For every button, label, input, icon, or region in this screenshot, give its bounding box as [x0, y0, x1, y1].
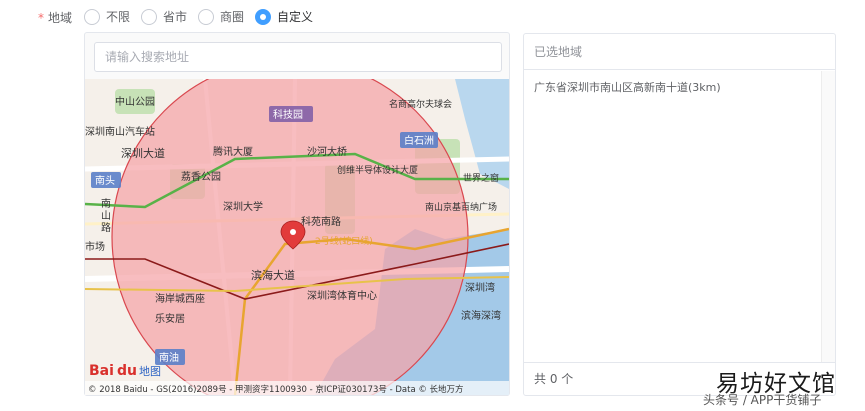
road-label: 深圳大道 — [121, 146, 165, 160]
poi-label: 滨海深湾 — [461, 309, 501, 322]
radio-province-city[interactable]: 省市 — [141, 8, 187, 25]
radio-unlimited[interactable]: 不限 — [84, 8, 130, 25]
district-label: 南头 — [95, 174, 115, 187]
list-item[interactable]: 广东省深圳市南山区高新南十道(3km) — [534, 79, 811, 95]
svg-text:地图: 地图 — [139, 365, 161, 378]
watermark-subtitle: 头条号 / APP干货铺子 — [703, 393, 822, 407]
map-container: 中山公园 深圳南山汽车站 深圳大道 腾讯大厦 荔香公园 南头 深圳大学 科技园 … — [84, 32, 510, 396]
road-label: 路 — [101, 221, 111, 234]
poi-label: 荔香公园 — [181, 170, 221, 183]
selected-list: 广东省深圳市南山区高新南十道(3km) — [524, 71, 821, 363]
panel-title: 已选地域 — [524, 34, 835, 70]
road-label: 南 — [101, 197, 111, 210]
radio-custom[interactable]: 自定义 — [255, 8, 313, 25]
poi-label: 深圳湾体育中心 — [307, 289, 377, 302]
poi-label: 深圳南山汽车站 — [85, 125, 155, 138]
poi-label: 深圳大学 — [223, 200, 263, 213]
poi-label: 中山公园 — [115, 95, 155, 108]
map-canvas[interactable]: 中山公园 深圳南山汽车站 深圳大道 腾讯大厦 荔香公园 南头 深圳大学 科技园 … — [85, 79, 509, 395]
metro-label: 2号线(蛇口线) — [315, 235, 373, 247]
radio-circle[interactable] — [198, 8, 214, 25]
radio-circle[interactable] — [84, 8, 100, 25]
district-label: 科技园 — [273, 108, 303, 121]
panel-scrollbar[interactable] — [821, 71, 835, 363]
selected-region-panel: 已选地域 广东省深圳市南山区高新南十道(3km) 共 0 个 — [523, 33, 836, 396]
radio-circle-checked[interactable] — [255, 8, 271, 25]
address-search-input[interactable] — [94, 42, 502, 72]
map-view[interactable]: 中山公园 深圳南山汽车站 深圳大道 腾讯大厦 荔香公园 南头 深圳大学 科技园 … — [85, 79, 509, 395]
map-copyright: © 2018 Baidu - GS(2016)2089号 - 甲测资字11009… — [88, 384, 464, 395]
road-label: 山 — [101, 210, 111, 222]
poi-label: 乐安居 — [155, 312, 185, 325]
radio-circle[interactable] — [141, 8, 157, 25]
poi-label: 南山京基百纳广场 — [425, 201, 497, 213]
poi-label: 沙河大桥 — [307, 145, 347, 158]
road-label: 科苑南路 — [301, 215, 341, 228]
region-label: * 地域 — [38, 11, 73, 25]
poi-label: 世界之窗 — [463, 172, 499, 184]
svg-text:Bai: Bai — [89, 363, 114, 379]
road-label: 滨海大道 — [251, 268, 295, 282]
poi-label: 腾讯大厦 — [213, 145, 253, 158]
poi-label: 市场 — [85, 240, 105, 253]
poi-label: 深圳湾 — [465, 281, 495, 294]
svg-text:du: du — [117, 363, 137, 379]
poi-label: 创维半导体设计大厦 — [337, 164, 418, 176]
poi-label: 名商高尔夫球会 — [389, 98, 452, 110]
baidu-logo-icon: Bai du 地图 — [89, 363, 161, 379]
district-label: 南油 — [159, 351, 179, 364]
district-label: 白石洲 — [404, 134, 434, 147]
poi-label: 海岸城西座 — [155, 292, 205, 305]
radio-business-district[interactable]: 商圈 — [198, 8, 244, 25]
